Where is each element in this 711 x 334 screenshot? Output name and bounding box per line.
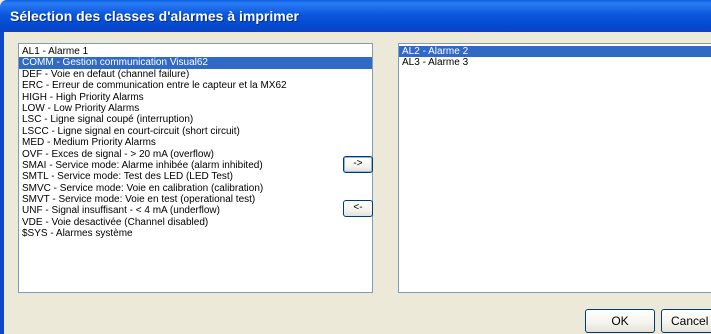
list-item[interactable]: AL2 - Alarme 2 bbox=[399, 46, 711, 58]
title-bar[interactable]: Sélection des classes d'alarmes à imprim… bbox=[0, 0, 711, 32]
remove-from-selection-button[interactable]: <- bbox=[343, 200, 373, 217]
available-alarm-classes-list[interactable]: AL1 - Alarme 1 COMM - Gestion communicati… bbox=[18, 43, 373, 293]
list-item[interactable]: UNF - Signal insuffisant - < 4 mA (under… bbox=[19, 205, 372, 216]
add-to-selection-button[interactable]: -> bbox=[343, 156, 373, 173]
list-item[interactable]: SMTL - Service mode: Test des LED (LED T… bbox=[19, 171, 372, 182]
list-item[interactable]: LSCC - Ligne signal en court-circuit (sh… bbox=[19, 126, 372, 137]
ok-button[interactable]: OK bbox=[585, 309, 655, 333]
selected-alarm-classes-list[interactable]: AL2 - Alarme 2 AL3 - Alarme 3 bbox=[398, 43, 711, 293]
list-item[interactable]: MED - Medium Priority Alarms bbox=[19, 137, 372, 148]
list-item[interactable]: VDE - Voie desactivée (Channel disabled) bbox=[19, 217, 372, 228]
list-item[interactable]: AL3 - Alarme 3 bbox=[399, 57, 711, 68]
list-item[interactable]: OVF - Exces de signal - > 20 mA (overflo… bbox=[19, 149, 372, 160]
list-item[interactable]: ERC - Erreur de communication entre le c… bbox=[19, 80, 372, 91]
list-item[interactable]: SMAI - Service mode: Alarme inhibée (ala… bbox=[19, 160, 372, 171]
list-item[interactable]: LSC - Ligne signal coupé (interruption) bbox=[19, 114, 372, 125]
list-item[interactable]: SMVC - Service mode: Voie en calibration… bbox=[19, 183, 372, 194]
list-item[interactable]: DEF - Voie en defaut (channel failure) bbox=[19, 69, 372, 80]
dialog-window: Sélection des classes d'alarmes à imprim… bbox=[0, 0, 711, 334]
dialog-title: Sélection des classes d'alarmes à imprim… bbox=[10, 8, 299, 24]
window-frame-left bbox=[0, 32, 4, 334]
list-item[interactable]: COMM - Gestion communication Visual62 bbox=[19, 57, 372, 69]
list-item[interactable]: AL1 - Alarme 1 bbox=[19, 46, 372, 57]
cancel-button[interactable]: Cancel bbox=[661, 309, 711, 333]
list-item[interactable]: HIGH - High Priority Alarms bbox=[19, 92, 372, 103]
list-item[interactable]: SMVT - Service mode: Voie en test (opera… bbox=[19, 194, 372, 205]
list-item[interactable]: LOW - Low Priority Alarms bbox=[19, 103, 372, 114]
list-item[interactable]: $SYS - Alarmes système bbox=[19, 228, 372, 239]
